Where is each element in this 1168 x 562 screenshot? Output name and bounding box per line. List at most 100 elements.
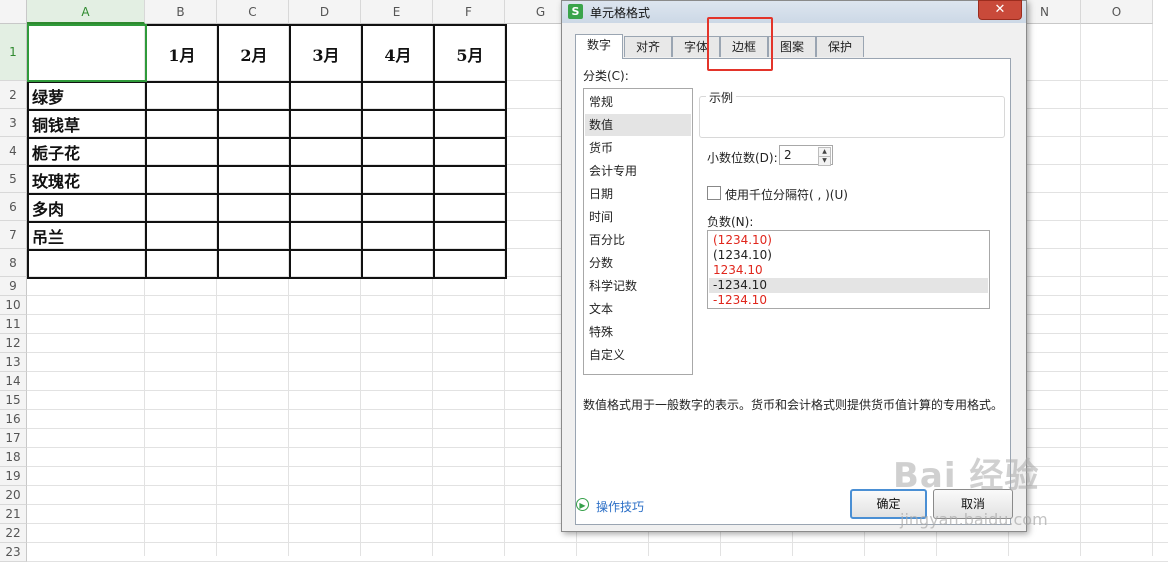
category-item[interactable]: 百分比 — [585, 229, 691, 251]
row-header[interactable]: 15 — [0, 391, 27, 410]
cell[interactable] — [145, 109, 219, 139]
cell[interactable] — [361, 221, 435, 251]
cell-header-feb[interactable]: 2月 — [217, 24, 291, 83]
category-list[interactable]: 常规 数值 货币 会计专用 日期 时间 百分比 分数 科学记数 文本 特殊 自定义 — [583, 88, 693, 375]
row-header[interactable]: 6 — [0, 193, 27, 221]
cell-plant[interactable]: 铜钱草 — [27, 109, 147, 139]
tab-protection[interactable]: 保护 — [816, 36, 864, 57]
tab-number[interactable]: 数字 — [575, 34, 623, 59]
negative-format-option[interactable]: -1234.10 — [709, 293, 988, 308]
cell-plant[interactable]: 栀子花 — [27, 137, 147, 167]
category-item[interactable]: 日期 — [585, 183, 691, 205]
negative-format-option[interactable]: -1234.10 — [709, 278, 988, 293]
cell[interactable] — [145, 221, 219, 251]
column-header[interactable]: A — [27, 0, 145, 24]
cell[interactable] — [289, 221, 363, 251]
thousands-separator-label[interactable]: 使用千位分隔符( , )(U) — [725, 186, 848, 203]
category-item[interactable]: 会计专用 — [585, 160, 691, 182]
negative-format-option[interactable]: (1234.10) — [709, 233, 988, 248]
thousands-separator-checkbox[interactable] — [707, 186, 721, 200]
cell[interactable] — [361, 109, 435, 139]
row-header[interactable]: 20 — [0, 486, 27, 505]
category-item[interactable]: 特殊 — [585, 321, 691, 343]
cell-plant[interactable] — [27, 249, 147, 279]
close-button[interactable]: ✕ — [978, 0, 1022, 20]
category-item[interactable]: 分数 — [585, 252, 691, 274]
cell[interactable] — [217, 249, 291, 279]
cell[interactable] — [145, 81, 219, 111]
cell[interactable] — [217, 109, 291, 139]
column-header[interactable]: F — [433, 0, 505, 24]
cell[interactable] — [433, 165, 507, 195]
dialog-titlebar[interactable]: S 单元格格式 ✕ — [562, 0, 1026, 23]
cell[interactable] — [433, 109, 507, 139]
cell[interactable] — [433, 249, 507, 279]
row-header[interactable]: 5 — [0, 165, 27, 193]
cell[interactable] — [289, 109, 363, 139]
cell[interactable] — [433, 81, 507, 111]
cell[interactable] — [433, 193, 507, 223]
column-header[interactable]: O — [1081, 0, 1153, 24]
row-header[interactable]: 4 — [0, 137, 27, 165]
cell-header-may[interactable]: 5月 — [433, 24, 507, 83]
row-header[interactable]: 2 — [0, 81, 27, 109]
cell[interactable] — [289, 137, 363, 167]
row-header[interactable]: 11 — [0, 315, 27, 334]
cell[interactable] — [145, 165, 219, 195]
row-header[interactable]: 21 — [0, 505, 27, 524]
cell[interactable] — [361, 165, 435, 195]
cell-plant[interactable]: 玫瑰花 — [27, 165, 147, 195]
cell-plant[interactable]: 吊兰 — [27, 221, 147, 251]
cell[interactable] — [217, 221, 291, 251]
category-item[interactable]: 货币 — [585, 137, 691, 159]
cell[interactable] — [361, 193, 435, 223]
category-item[interactable]: 自定义 — [585, 344, 691, 366]
cell[interactable] — [145, 137, 219, 167]
row-header[interactable]: 3 — [0, 109, 27, 137]
row-header[interactable]: 1 — [0, 24, 27, 81]
category-item[interactable]: 文本 — [585, 298, 691, 320]
row-header[interactable]: 19 — [0, 467, 27, 486]
cell[interactable] — [289, 165, 363, 195]
row-header[interactable]: 8 — [0, 249, 27, 277]
cell[interactable] — [289, 249, 363, 279]
play-circle-icon[interactable]: ▶ — [576, 498, 589, 511]
row-header[interactable]: 13 — [0, 353, 27, 372]
cell[interactable] — [217, 193, 291, 223]
tips-link[interactable]: 操作技巧 — [596, 498, 644, 515]
cell[interactable] — [289, 193, 363, 223]
column-header[interactable]: E — [361, 0, 433, 24]
cell-header-apr[interactable]: 4月 — [361, 24, 435, 83]
column-header[interactable]: C — [217, 0, 289, 24]
tab-alignment[interactable]: 对齐 — [624, 36, 672, 57]
category-item[interactable]: 常规 — [585, 91, 691, 113]
cell[interactable] — [433, 137, 507, 167]
cell-plant[interactable]: 多肉 — [27, 193, 147, 223]
cell[interactable] — [361, 137, 435, 167]
cell[interactable] — [433, 221, 507, 251]
row-header[interactable]: 23 — [0, 543, 27, 562]
row-header[interactable]: 16 — [0, 410, 27, 429]
cell-plant[interactable]: 绿萝 — [27, 81, 147, 111]
row-header[interactable]: 18 — [0, 448, 27, 467]
negative-format-option[interactable]: 1234.10 — [709, 263, 988, 278]
cell[interactable] — [289, 81, 363, 111]
category-item[interactable]: 时间 — [585, 206, 691, 228]
cell[interactable] — [217, 165, 291, 195]
negative-numbers-list[interactable]: (1234.10) (1234.10) 1234.10 -1234.10 -1234.1… — [707, 230, 990, 309]
row-header[interactable]: 12 — [0, 334, 27, 353]
row-header[interactable]: 22 — [0, 524, 27, 543]
category-item[interactable]: 数值 — [585, 114, 691, 136]
cell[interactable] — [217, 137, 291, 167]
cell[interactable] — [145, 193, 219, 223]
cell-header-jan[interactable]: 1月 — [145, 24, 219, 83]
cell[interactable] — [145, 249, 219, 279]
negative-format-option[interactable]: (1234.10) — [709, 248, 988, 263]
row-header[interactable]: 7 — [0, 221, 27, 249]
column-header[interactable]: D — [289, 0, 361, 24]
category-item[interactable]: 科学记数 — [585, 275, 691, 297]
row-header[interactable]: 9 — [0, 277, 27, 296]
decimal-places-stepper[interactable]: 2 ▲ ▼ — [779, 145, 833, 166]
row-header[interactable]: 10 — [0, 296, 27, 315]
row-header[interactable]: 14 — [0, 372, 27, 391]
